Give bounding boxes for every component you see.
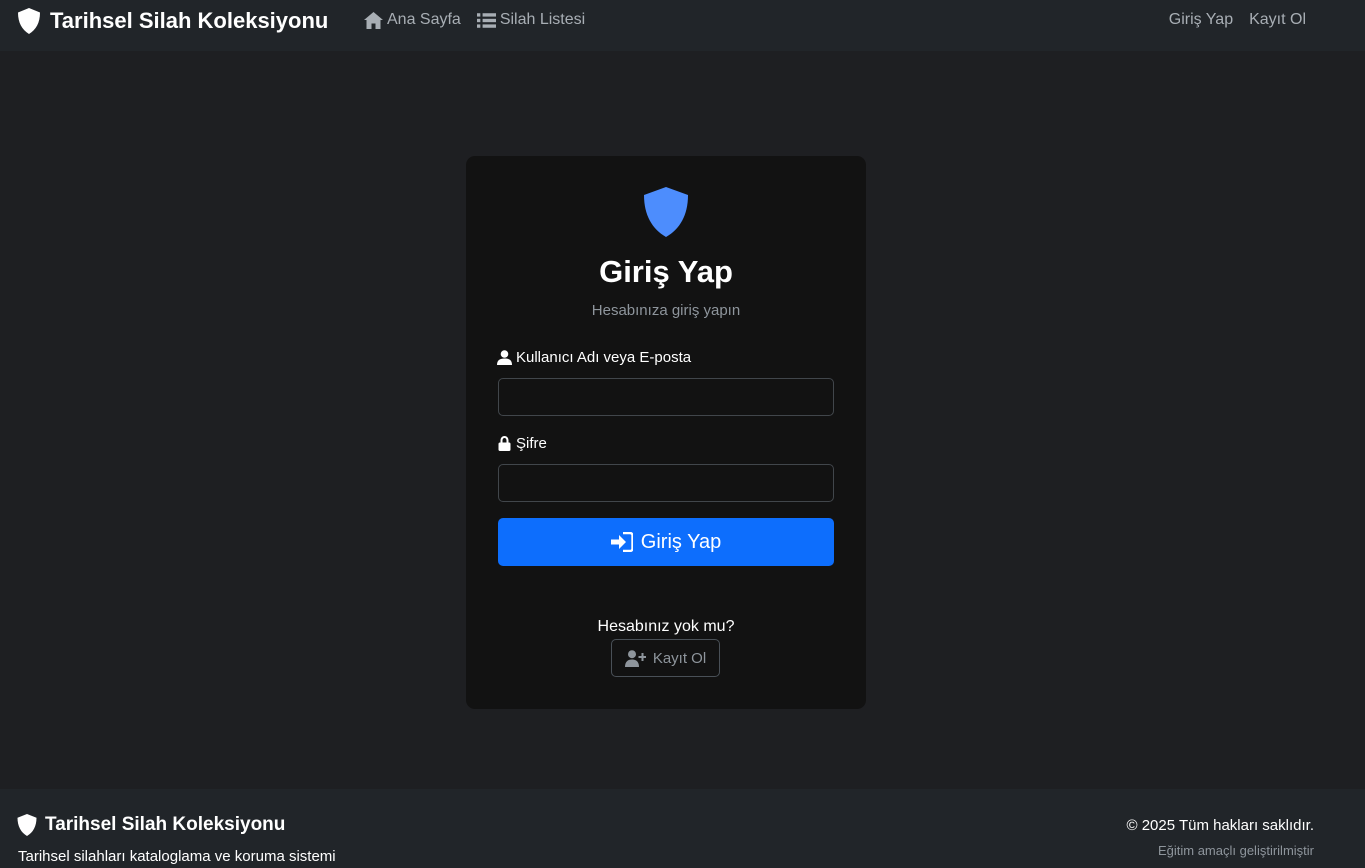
username-label: Kullanıcı Adı veya E-posta: [497, 349, 691, 366]
register-button[interactable]: Kayıt Ol: [611, 639, 720, 677]
footer-brand: Tarihsel Silah Koleksiyonu: [17, 814, 285, 836]
user-icon: [497, 350, 512, 365]
home-icon: [364, 11, 383, 29]
list-icon: [476, 12, 496, 28]
login-button[interactable]: Giriş Yap: [498, 518, 834, 566]
sign-in-icon: [610, 532, 633, 552]
page-subtitle: Hesabınıza giriş yapın: [591, 302, 741, 319]
shield-icon: [17, 814, 37, 836]
nav-link-weapon-list[interactable]: Silah Listesi: [476, 11, 586, 29]
username-label-text: Kullanıcı Adı veya E-posta: [516, 349, 692, 366]
login-card: Giriş Yap Hesabınıza giriş yapın Kullanı…: [466, 156, 866, 709]
brand-link[interactable]: Tarihsel Silah Koleksiyonu: [17, 8, 328, 34]
shield-icon: [18, 8, 40, 34]
password-input[interactable]: [498, 464, 834, 502]
nav-register-link[interactable]: Kayıt Ol: [1249, 11, 1306, 29]
shield-icon: [644, 187, 688, 237]
footer-note: Eğitim amaçlı geliştirilmiştir: [1157, 843, 1314, 858]
footer: Tarihsel Silah Koleksiyonu Tarihsel sila…: [0, 789, 1365, 868]
footer-copyright: © 2025 Tüm hakları saklıdır.: [1126, 817, 1314, 834]
page-title: Giriş Yap: [599, 254, 733, 289]
no-account-text: Hesabınız yok mu?: [597, 618, 735, 635]
password-label-text: Şifre: [516, 435, 547, 452]
nav-auth-links: Giriş Yap Kayıt Ol: [1169, 11, 1306, 29]
nav-link-weapon-list-label: Silah Listesi: [499, 11, 586, 28]
nav-links: Ana Sayfa Silah Listesi: [364, 11, 585, 29]
user-plus-icon: [624, 649, 646, 667]
footer-description: Tarihsel silahları kataloglama ve koruma…: [18, 848, 336, 865]
password-label: Şifre: [497, 435, 547, 452]
register-button-label: Kayıt Ol: [652, 649, 707, 667]
nav-link-home[interactable]: Ana Sayfa: [364, 11, 461, 29]
footer-brand-title: Tarihsel Silah Koleksiyonu: [45, 814, 286, 835]
brand-title: Tarihsel Silah Koleksiyonu: [50, 8, 329, 33]
username-input[interactable]: [498, 378, 834, 416]
navbar: Tarihsel Silah Koleksiyonu Ana Sayfa Sil…: [0, 0, 1365, 51]
nav-login-link[interactable]: Giriş Yap: [1169, 11, 1233, 29]
login-button-label: Giriş Yap: [640, 530, 722, 553]
lock-icon: [498, 436, 511, 451]
nav-link-home-label: Ana Sayfa: [387, 11, 461, 28]
